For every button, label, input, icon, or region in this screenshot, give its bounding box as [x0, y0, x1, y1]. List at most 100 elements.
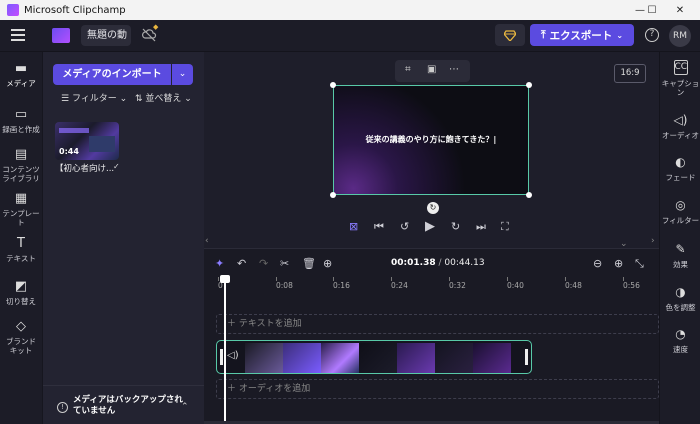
video-canvas[interactable]: 従来の講義のやり方に飽きてきた？|: [330, 82, 532, 198]
clip-trim-handle-right[interactable]: [525, 349, 528, 365]
close-button[interactable]: ✕: [660, 0, 700, 20]
media-duration: 0:44: [59, 147, 79, 156]
export-button[interactable]: ⤒ エクスポート ⌄: [530, 24, 634, 46]
magic-camera-icon[interactable]: ⊠: [349, 220, 358, 233]
media-panel: メディアのインポート ⌄ ☰ フィルター ⌄ ⇅ 並べ替え ⌄ 0:44 【初心…: [42, 52, 205, 424]
import-media-button[interactable]: メディアのインポート: [53, 64, 171, 85]
left-nav: ▬ メディア ▭ 録画と作成 ▤ コンテンツ ライブラリ ▦ テンプレート T テキスト …: [0, 52, 42, 424]
nav-record[interactable]: ▭ 録画と作成: [0, 108, 42, 135]
color-adjust-icon: ◑: [675, 285, 686, 299]
nav-content-library[interactable]: ▤ コンテンツ ライブラリ: [0, 147, 42, 184]
effects-tool[interactable]: ✎ 効果: [660, 242, 700, 270]
nav-brand-kit[interactable]: ◇ ブランドキット: [0, 319, 42, 356]
timecode: 00:01.38 / 00:44.13: [391, 258, 485, 268]
crop-icon[interactable]: ⌗: [405, 64, 411, 75]
zoom-out-icon[interactable]: ⊖: [593, 257, 602, 270]
timeline: ✦ ↶ ↷ ✂ 🗑 ⊕ ⊖ ⊕ ⤡ 00:01.38 / 00:44.13 0 …: [204, 248, 659, 424]
total-time: 00:44.13: [444, 258, 485, 268]
speaker-icon: ◁): [673, 113, 688, 127]
aspect-ratio-button[interactable]: 16:9: [614, 64, 646, 83]
resize-handle[interactable]: [526, 82, 532, 88]
video-caption: 従来の講義のやり方に飽きてきた？|: [365, 135, 497, 144]
playhead[interactable]: [220, 275, 230, 424]
tick-label: 0:32: [449, 281, 466, 290]
redo-icon[interactable]: ↷: [259, 257, 268, 270]
sort-button[interactable]: ⇅ 並べ替え ⌄: [135, 94, 192, 104]
rewind-5-icon[interactable]: ↺: [400, 220, 409, 233]
backup-text: メディアはバックアップされていません: [73, 395, 183, 416]
filters-icon: ◎: [675, 198, 686, 212]
clip-frames: [245, 343, 511, 373]
text-track[interactable]: ＋ テキストを追加: [216, 314, 659, 334]
diamond-icon: [504, 29, 516, 41]
menu-icon[interactable]: [11, 29, 25, 41]
premium-button[interactable]: [495, 24, 525, 46]
media-icon: ▬: [14, 61, 28, 76]
tick-label: 0:08: [276, 281, 293, 290]
resize-handle[interactable]: [526, 192, 532, 198]
playback-controls: ⊠ ⏮ ↺ ▶ ↻ ⏭ ⛶: [204, 219, 659, 238]
captions-icon: CC: [673, 60, 688, 75]
tick-label: 0:40: [507, 281, 524, 290]
scissors-icon[interactable]: ✂: [280, 257, 289, 270]
nav-media[interactable]: ▬ メディア: [0, 61, 42, 89]
delete-icon[interactable]: 🗑: [302, 257, 316, 270]
library-icon: ▤: [14, 147, 28, 162]
effects-icon: ✎: [675, 242, 686, 256]
chevron-up-icon: ⌃: [181, 402, 189, 412]
zoom-in-icon[interactable]: ⊕: [614, 257, 623, 270]
time-ruler[interactable]: 0 0:08 0:16 0:24 0:32 0:40 0:48 0:56: [204, 277, 659, 291]
video-clip[interactable]: ◁): [216, 340, 532, 374]
filter-icon: ☰: [61, 94, 72, 104]
speed-tool[interactable]: ◔ 速度: [660, 327, 700, 355]
nav-templates[interactable]: ▦ テンプレート: [0, 191, 42, 228]
tick-label: 0:24: [391, 281, 408, 290]
avatar[interactable]: RM: [669, 25, 691, 47]
transitions-icon: ◩: [14, 279, 28, 294]
brand-kit-icon: ◇: [16, 319, 26, 334]
undo-icon[interactable]: ↶: [237, 257, 246, 270]
upload-icon: ⤒: [540, 28, 546, 41]
clip-trim-handle-left[interactable]: [220, 349, 223, 365]
window-titlebar: Microsoft Clipchamp — ☐ ✕: [0, 0, 700, 20]
resize-handle[interactable]: [330, 82, 336, 88]
forward-5-icon[interactable]: ↻: [451, 220, 460, 233]
filters-tool[interactable]: ◎ フィルター: [660, 198, 700, 226]
collapse-right-icon[interactable]: ›: [651, 236, 655, 246]
captions-tool[interactable]: CC キャプション: [660, 60, 700, 97]
backup-notice[interactable]: ! メディアはバックアップされていません ⌃: [43, 385, 205, 424]
project-name-field[interactable]: 無題の動: [81, 25, 131, 46]
resize-handle[interactable]: [330, 192, 336, 198]
fullscreen-icon[interactable]: ⛶: [501, 220, 509, 234]
help-icon[interactable]: ?: [645, 28, 659, 42]
sparkle-icon[interactable]: ✦: [215, 257, 224, 270]
check-icon: ✓: [113, 162, 120, 171]
top-header: 無題の動 ◆ ⤒ エクスポート ⌄ ? RM: [0, 20, 700, 52]
color-tool[interactable]: ◑ 色を調整: [660, 285, 700, 313]
rotate-icon[interactable]: ↻: [427, 202, 439, 214]
fit-icon[interactable]: ▣: [427, 64, 436, 75]
collapse-left-icon[interactable]: ‹: [205, 236, 209, 246]
tick-label: 0:56: [623, 281, 640, 290]
clipchamp-app: Microsoft Clipchamp — ☐ ✕ 無題の動 ◆ ⤒ エクスポー…: [0, 0, 700, 424]
audio-track[interactable]: ＋ オーディオを追加: [216, 379, 659, 399]
tick-label: 0:48: [565, 281, 582, 290]
fade-tool[interactable]: ◐ フェード: [660, 155, 700, 183]
play-icon[interactable]: ▶: [425, 219, 435, 234]
skip-end-icon[interactable]: ⏭: [476, 220, 486, 234]
nav-transitions[interactable]: ◩ 切り替え: [0, 279, 42, 307]
filter-button[interactable]: ☰ フィルター ⌄: [61, 94, 127, 104]
audio-tool[interactable]: ◁) オーディオ: [660, 113, 700, 141]
skip-start-icon[interactable]: ⏮: [374, 220, 384, 234]
fade-icon: ◐: [675, 155, 686, 169]
preview-area: ⌗ ▣ ⋯ 16:9 従来の講義のやり方に飽きてきた？| ↻ ⊠ ⏮ ↺ ▶ ↻…: [204, 52, 659, 249]
tick-label: 0:16: [333, 281, 350, 290]
nav-text[interactable]: T テキスト: [0, 237, 42, 264]
more-icon[interactable]: ⋯: [449, 64, 459, 75]
add-media-icon[interactable]: ⊕: [323, 257, 332, 270]
fit-timeline-icon[interactable]: ⤡: [635, 257, 644, 271]
templates-icon: ▦: [14, 191, 28, 206]
speaker-icon[interactable]: ◁): [227, 350, 239, 361]
speed-icon: ◔: [675, 327, 686, 341]
import-dropdown-button[interactable]: ⌄: [172, 64, 193, 85]
